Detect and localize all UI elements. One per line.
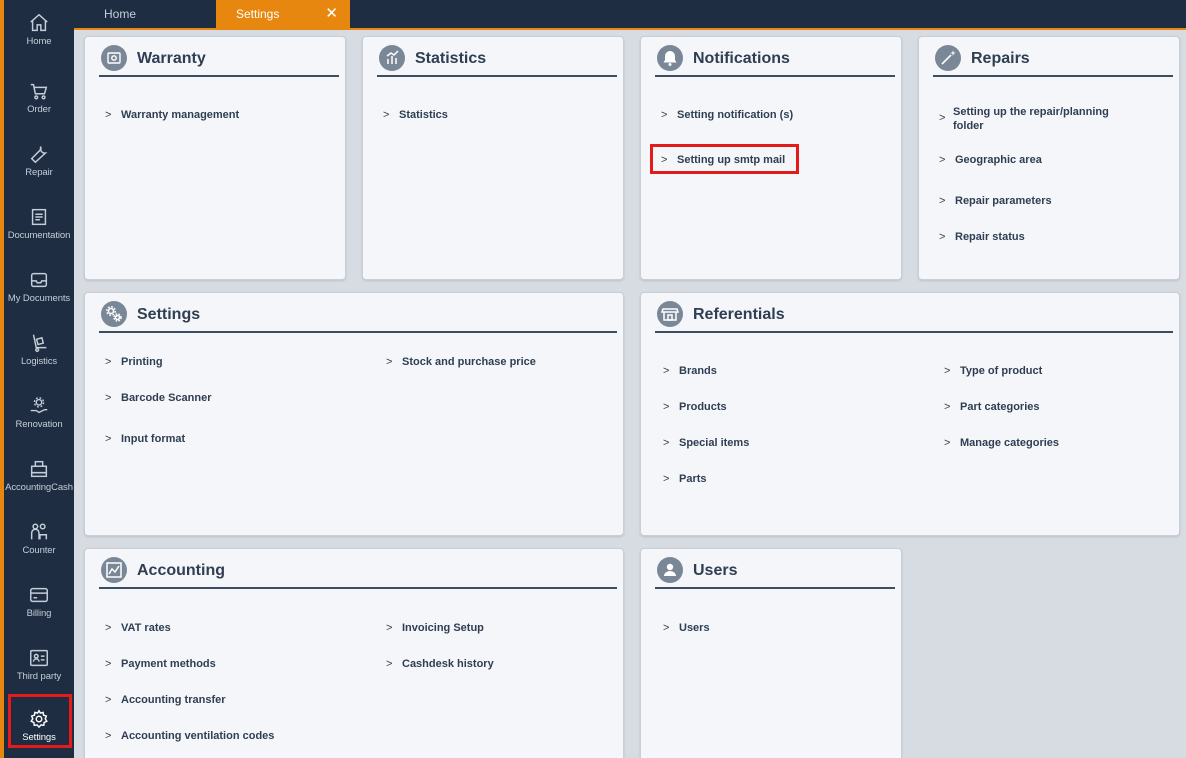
card-statistics: Statistics > Statistics: [362, 36, 624, 280]
safe-icon: [101, 45, 127, 71]
card-header: Notifications: [655, 43, 895, 77]
card-repairs: Repairs > Setting up the repair/planning …: [918, 36, 1180, 280]
link-payment-methods[interactable]: > Payment methods: [105, 658, 216, 670]
smtp-mail-highlight-box: [650, 144, 799, 174]
card-title: Repairs: [971, 50, 1030, 67]
link-products[interactable]: > Products: [663, 401, 727, 413]
link-setting-up-repair-planning-folder[interactable]: > Setting up the repair/planning folder: [939, 105, 1123, 133]
nav-label-renovation: Renovation: [15, 419, 63, 430]
settings-highlight-box: [8, 694, 72, 748]
link-invoicing-setup[interactable]: > Invoicing Setup: [386, 622, 484, 634]
nav-label-accounting-cash: AccountingCash: [5, 482, 73, 493]
link-accounting-transfer[interactable]: > Accounting transfer: [105, 694, 226, 706]
nav-item-my-documents[interactable]: My Documents: [4, 269, 74, 331]
tab-settings[interactable]: Settings ✕: [216, 0, 350, 28]
link-users[interactable]: > Users: [663, 622, 710, 634]
nav-item-accounting-cash[interactable]: AccountingCash: [4, 458, 74, 520]
link-printing[interactable]: > Printing: [105, 356, 163, 368]
card-header: Settings: [99, 299, 617, 333]
card-header: Referentials: [655, 299, 1173, 333]
link-special-items[interactable]: > Special items: [663, 437, 749, 449]
card-title: Notifications: [693, 50, 790, 67]
gear-hand-icon: [30, 397, 48, 414]
cash-register-icon: [30, 460, 48, 478]
link-type-of-product[interactable]: > Type of product: [944, 365, 1042, 377]
link-vat-rates[interactable]: > VAT rates: [105, 622, 171, 634]
card-header: Repairs: [933, 43, 1173, 77]
link-statistics[interactable]: > Statistics: [383, 109, 448, 121]
user-icon: [657, 557, 683, 583]
nav-label-billing: Billing: [26, 608, 52, 619]
card-title: Users: [693, 562, 738, 579]
nav-label-counter: Counter: [22, 545, 56, 556]
app-window: Home Order Repair Documentation My Docum…: [0, 0, 1186, 758]
hand-truck-icon: [32, 334, 47, 352]
nav-item-logistics[interactable]: Logistics: [4, 332, 74, 394]
card-accounting: Accounting > VAT rates > Invoicing Setup >…: [84, 548, 624, 758]
nav-label-order: Order: [27, 104, 51, 115]
card-settings: Settings > Printing > Stock and purchase p…: [84, 292, 624, 536]
nav-item-documentation[interactable]: Documentation: [4, 206, 74, 268]
cart-icon: [30, 83, 48, 100]
magic-wand-icon: [935, 45, 961, 71]
link-geographic-area[interactable]: > Geographic area: [939, 154, 1042, 166]
nav-label-my-documents: My Documents: [7, 293, 71, 304]
card-header: Users: [655, 555, 895, 589]
counter-people-icon: [30, 523, 48, 540]
sidebar: Home Order Repair Documentation My Docum…: [0, 0, 74, 758]
store-icon: [657, 301, 683, 327]
chart-icon: [101, 557, 127, 583]
card-header: Accounting: [99, 555, 617, 589]
card-notifications: Notifications > Setting notification (s) …: [640, 36, 902, 280]
card-title: Accounting: [137, 562, 225, 579]
tab-settings-label: Settings: [236, 7, 280, 21]
nav-item-home[interactable]: Home: [4, 12, 74, 74]
link-part-categories[interactable]: > Part categories: [944, 401, 1039, 413]
link-repair-parameters[interactable]: > Repair parameters: [939, 195, 1052, 207]
link-manage-categories[interactable]: > Manage categories: [944, 437, 1059, 449]
tab-bar: Home Settings ✕: [74, 0, 1186, 28]
card-warranty: Warranty > Warranty management: [84, 36, 346, 280]
card-header: Statistics: [377, 43, 617, 77]
tab-home[interactable]: Home: [104, 0, 136, 28]
document-icon: [31, 208, 47, 226]
link-input-format[interactable]: > Input format: [105, 433, 185, 445]
card-users: Users > Users: [640, 548, 902, 758]
settings-content: Warranty > Warranty management Statistics…: [74, 28, 1186, 758]
statistics-icon: [379, 45, 405, 71]
id-card-icon: [30, 649, 48, 667]
home-icon: [30, 13, 48, 32]
nav-label-home: Home: [26, 36, 52, 47]
nav-item-renovation[interactable]: Renovation: [4, 395, 74, 457]
nav-label-repair: Repair: [25, 167, 53, 178]
link-accounting-ventilation-codes[interactable]: > Accounting ventilation codes: [105, 730, 274, 742]
wrench-icon: [30, 146, 48, 164]
nav-item-billing[interactable]: Billing: [4, 584, 74, 646]
link-warranty-management[interactable]: > Warranty management: [105, 109, 239, 121]
nav-label-third-party: Third party: [16, 671, 62, 682]
close-icon[interactable]: ✕: [325, 0, 338, 28]
link-stock-and-purchase-price[interactable]: > Stock and purchase price: [386, 356, 536, 368]
nav-item-order[interactable]: Order: [4, 80, 74, 142]
card-referentials: Referentials > Brands > Type of product > P…: [640, 292, 1180, 536]
link-brands[interactable]: > Brands: [663, 365, 717, 377]
card-header: Warranty: [99, 43, 339, 77]
link-cashdesk-history[interactable]: > Cashdesk history: [386, 658, 494, 670]
link-setting-notifications[interactable]: > Setting notification (s): [661, 109, 793, 121]
nav-label-logistics: Logistics: [20, 356, 58, 367]
card-title: Referentials: [693, 306, 785, 323]
credit-card-icon: [30, 587, 48, 603]
card-title: Settings: [137, 306, 201, 323]
link-barcode-scanner[interactable]: > Barcode Scanner: [105, 392, 211, 404]
card-title: Warranty: [137, 50, 206, 67]
nav-item-repair[interactable]: Repair: [4, 143, 74, 205]
bell-icon: [657, 45, 683, 71]
link-parts[interactable]: > Parts: [663, 473, 707, 485]
nav-label-documentation: Documentation: [7, 230, 71, 241]
gears-icon: [101, 301, 127, 327]
nav-item-counter[interactable]: Counter: [4, 521, 74, 583]
card-title: Statistics: [415, 50, 487, 67]
inbox-icon: [30, 272, 48, 288]
link-repair-status[interactable]: > Repair status: [939, 231, 1025, 243]
